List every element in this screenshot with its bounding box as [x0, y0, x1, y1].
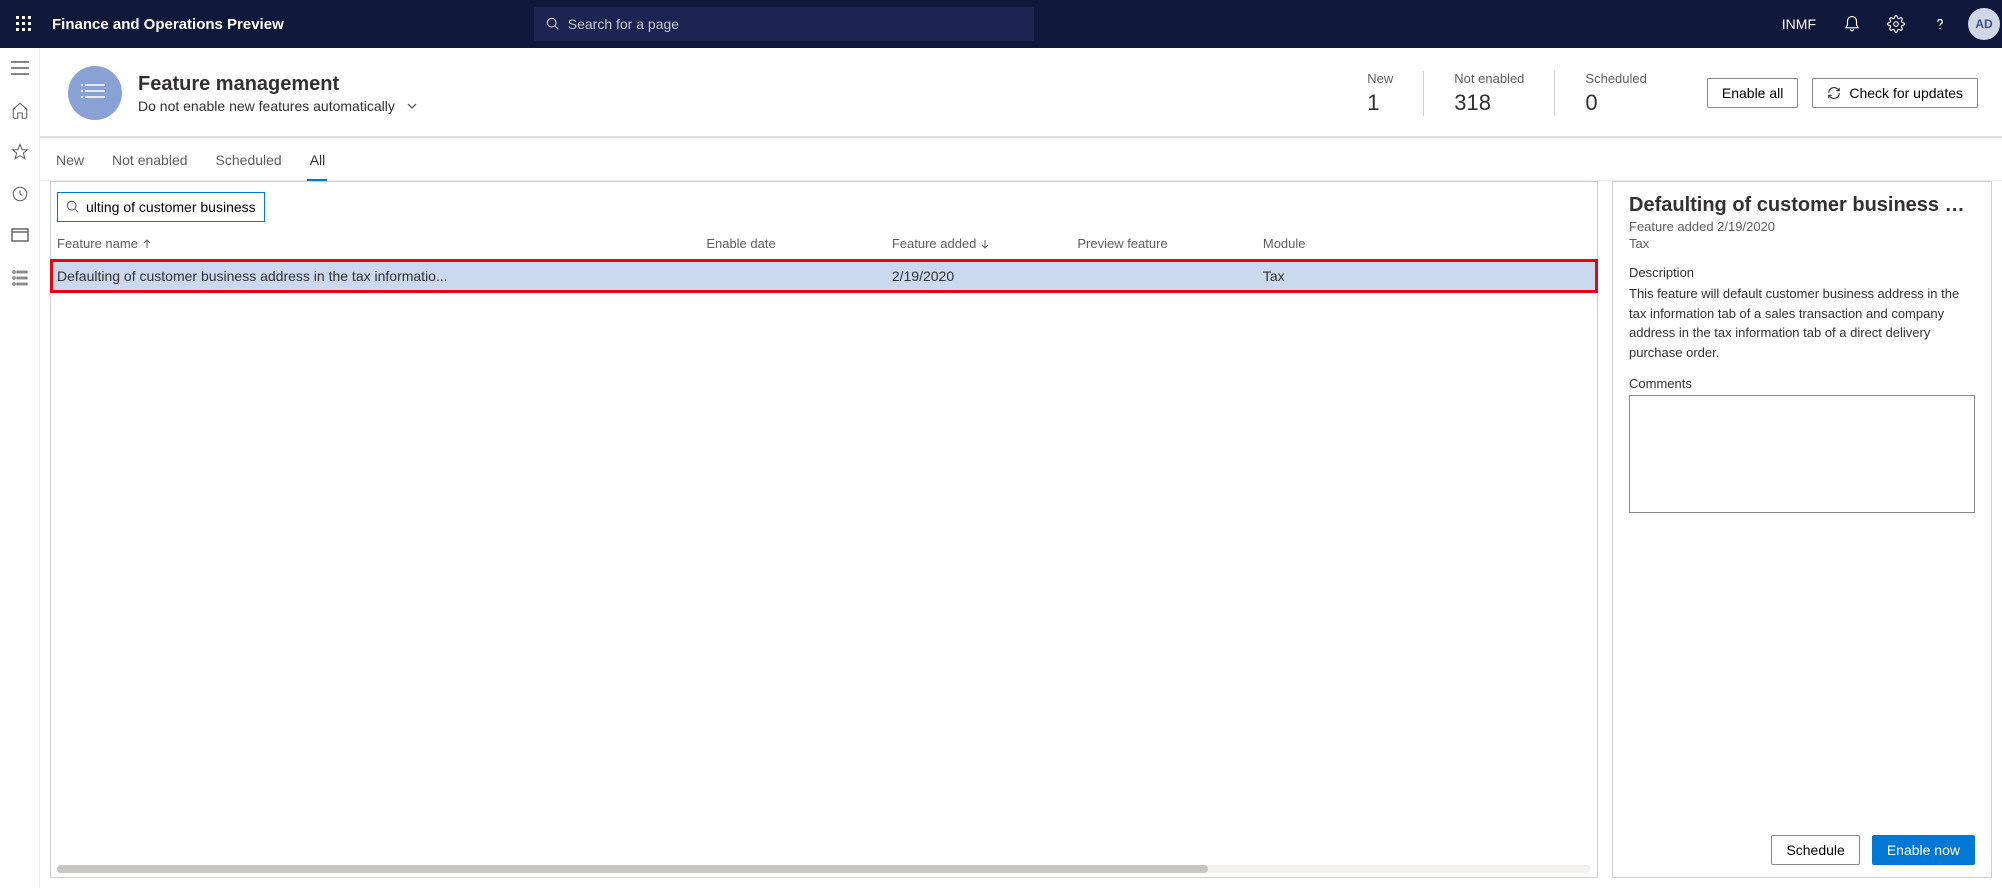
stat-not-enabled-label: Not enabled [1454, 71, 1524, 86]
comments-textarea[interactable] [1629, 395, 1975, 513]
nav-modules-icon[interactable] [10, 268, 30, 288]
notifications-icon[interactable] [1830, 0, 1874, 48]
detail-module: Tax [1629, 236, 1975, 251]
global-search-input[interactable] [568, 16, 1022, 32]
comments-label: Comments [1629, 376, 1975, 391]
stat-scheduled-label: Scheduled [1585, 71, 1646, 86]
stat-not-enabled-value: 318 [1454, 90, 1524, 116]
enable-all-button[interactable]: Enable all [1707, 78, 1799, 108]
user-avatar[interactable]: AD [1968, 8, 2000, 40]
help-icon[interactable] [1918, 0, 1962, 48]
check-for-updates-button[interactable]: Check for updates [1812, 78, 1978, 108]
sort-desc-icon [980, 239, 990, 249]
stat-new-value: 1 [1367, 90, 1393, 116]
page-title: Feature management [138, 73, 1337, 96]
col-enable-date[interactable]: Enable date [700, 228, 886, 260]
grid-filter[interactable] [57, 192, 265, 222]
chevron-down-icon [405, 99, 419, 113]
nav-workspaces-icon[interactable] [10, 226, 30, 246]
page-subtitle: Do not enable new features automatically [138, 98, 395, 114]
sort-asc-icon [142, 239, 152, 249]
app-title: Finance and Operations Preview [48, 16, 284, 33]
stat-new-label: New [1367, 71, 1393, 86]
nav-home-icon[interactable] [10, 100, 30, 120]
horizontal-scrollbar[interactable] [57, 865, 1591, 873]
tab-all[interactable]: All [310, 152, 326, 180]
waffle-icon[interactable] [0, 0, 48, 48]
cell-module: Tax [1257, 260, 1597, 293]
page-glyph-icon [68, 66, 122, 120]
description-label: Description [1629, 265, 1975, 280]
schedule-button[interactable]: Schedule [1771, 835, 1859, 865]
cell-preview-feature [1071, 260, 1257, 293]
grid-filter-input[interactable] [86, 199, 256, 215]
tab-not-enabled[interactable]: Not enabled [112, 152, 188, 180]
description-text: This feature will default customer busin… [1629, 284, 1975, 362]
nav-hamburger-icon[interactable] [10, 58, 30, 78]
col-feature-added[interactable]: Feature added [886, 228, 1072, 260]
page-subtitle-dropdown[interactable]: Do not enable new features automatically [138, 98, 1337, 114]
nav-favorites-icon[interactable] [10, 142, 30, 162]
col-feature-name[interactable]: Feature name [51, 228, 700, 260]
search-icon [546, 17, 560, 31]
settings-icon[interactable] [1874, 0, 1918, 48]
col-module[interactable]: Module [1257, 228, 1597, 260]
nav-recent-icon[interactable] [10, 184, 30, 204]
cell-feature-name: Defaulting of customer business address … [51, 260, 700, 293]
filter-search-icon [66, 200, 80, 214]
cell-enable-date [700, 260, 886, 293]
detail-title: Defaulting of customer business addr... [1629, 194, 1975, 217]
col-preview-feature[interactable]: Preview feature [1071, 228, 1257, 260]
tab-new[interactable]: New [56, 152, 84, 180]
table-row[interactable]: Defaulting of customer business address … [51, 260, 1597, 293]
stat-scheduled-value: 0 [1585, 90, 1646, 116]
detail-feature-added: Feature added 2/19/2020 [1629, 219, 1975, 234]
global-search[interactable] [534, 7, 1034, 41]
enable-now-button[interactable]: Enable now [1872, 835, 1975, 865]
refresh-icon [1827, 86, 1841, 100]
legal-entity[interactable]: INMF [1768, 16, 1830, 32]
tab-scheduled[interactable]: Scheduled [216, 152, 282, 180]
cell-feature-added: 2/19/2020 [886, 260, 1072, 293]
